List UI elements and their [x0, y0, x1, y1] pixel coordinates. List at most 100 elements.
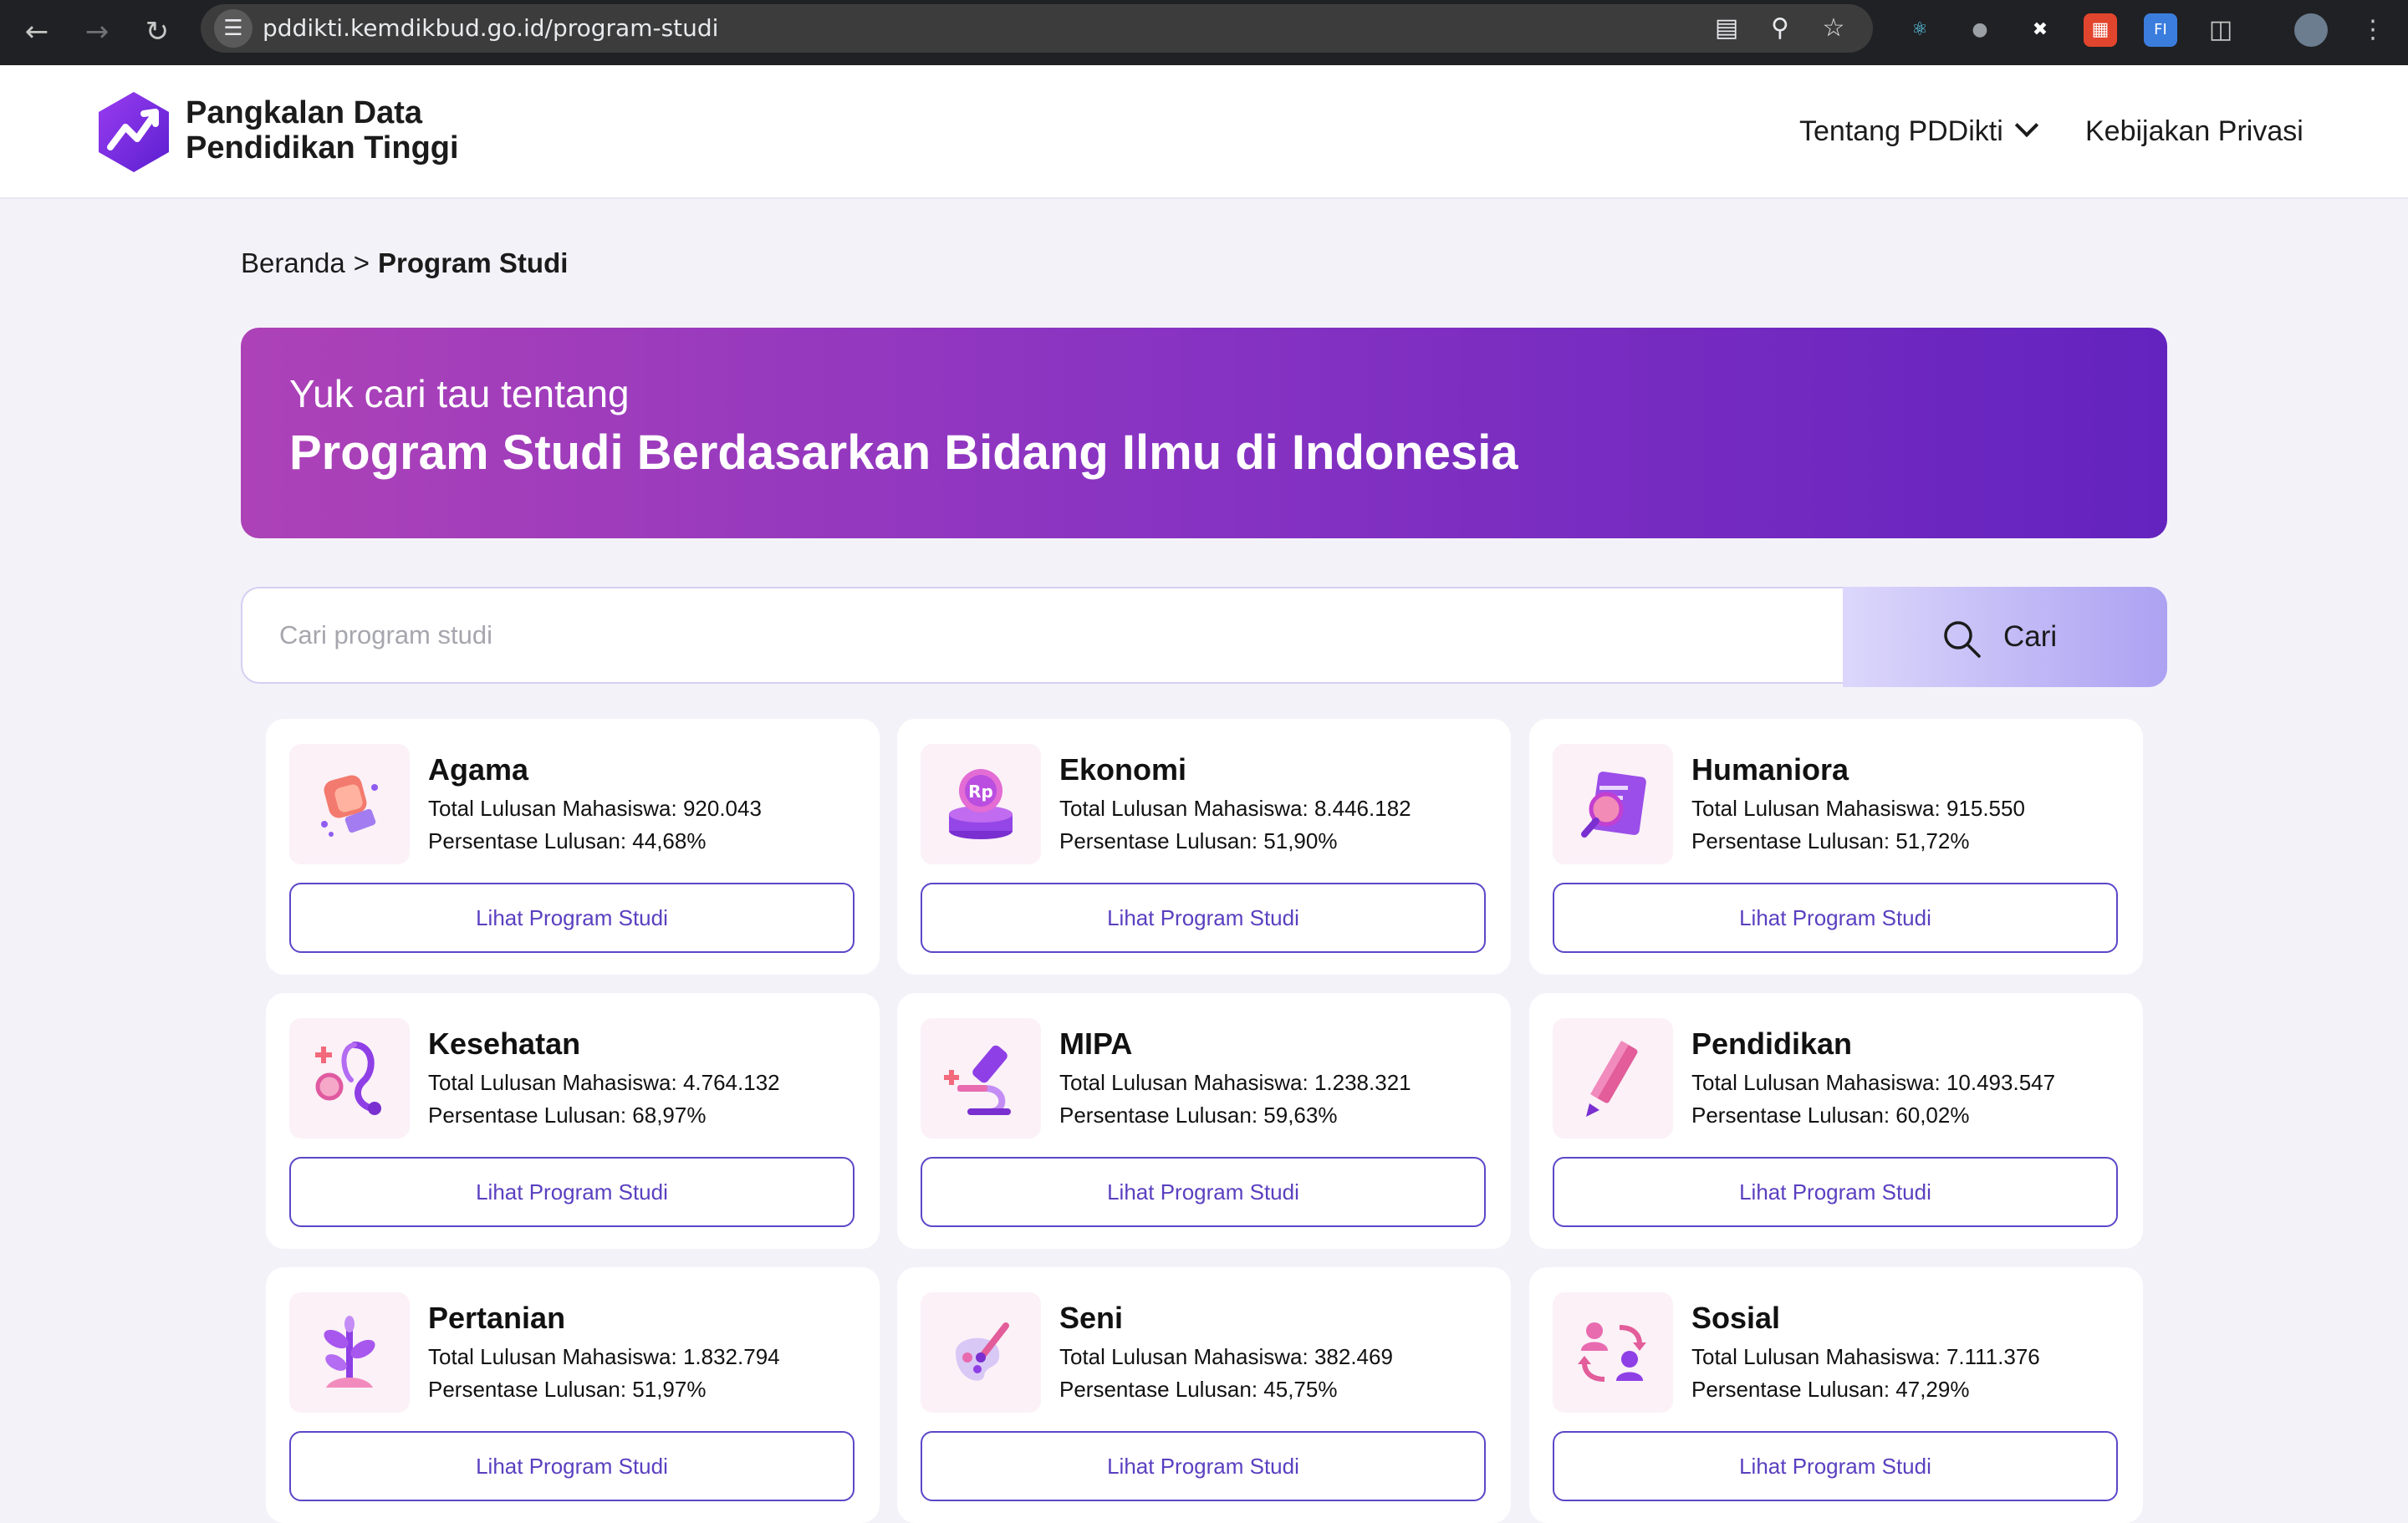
- card-icon-box: [289, 1292, 410, 1413]
- card-percent: Persentase Lulusan: 47,29%: [1691, 1377, 1970, 1402]
- card-title: Humaniora: [1691, 752, 1849, 787]
- card-percent: Persentase Lulusan: 45,75%: [1059, 1377, 1338, 1402]
- card-percent: Persentase Lulusan: 59,63%: [1059, 1103, 1338, 1128]
- bookmark-star-icon[interactable]: ☆: [1814, 9, 1853, 48]
- mute-icon[interactable]: ✖: [2023, 13, 2057, 47]
- card-percent: Persentase Lulusan: 51,90%: [1059, 828, 1338, 853]
- nav-privacy-link[interactable]: Kebijakan Privasi: [2085, 65, 2303, 197]
- card-percent: Persentase Lulusan: 68,97%: [428, 1103, 707, 1128]
- reload-icon[interactable]: ↻: [137, 12, 177, 52]
- card-icon-box: [921, 1018, 1041, 1138]
- card-icon-box: [1553, 1018, 1673, 1138]
- card-icon-box: [289, 1018, 410, 1138]
- card-percent: Persentase Lulusan: 51,72%: [1691, 828, 1970, 853]
- breadcrumb-home[interactable]: Beranda: [241, 247, 345, 278]
- card-percent: Persentase Lulusan: 60,02%: [1691, 1103, 1970, 1128]
- view-program-button[interactable]: Lihat Program Studi: [921, 883, 1486, 953]
- card-total: Total Lulusan Mahasiswa: 915.550: [1691, 796, 2025, 821]
- card-agama: Agama Total Lulusan Mahasiswa: 920.043 P…: [266, 719, 880, 975]
- card-total: Total Lulusan Mahasiswa: 382.469: [1059, 1344, 1393, 1369]
- card-percent: Persentase Lulusan: 51,97%: [428, 1377, 707, 1402]
- microscope-icon: [944, 1045, 1011, 1115]
- extensions-puzzle-icon[interactable]: ◫: [2204, 13, 2237, 47]
- plant-icon: [324, 1316, 375, 1388]
- people-exchange-icon: [1578, 1322, 1646, 1382]
- react-devtools-icon[interactable]: ⚛: [1903, 13, 1936, 47]
- extension-fi-icon[interactable]: FI: [2144, 13, 2177, 47]
- search-button[interactable]: Cari: [1843, 587, 2167, 687]
- breadcrumb: Beranda > Program Studi: [241, 247, 568, 279]
- search-bar: Cari: [241, 587, 2167, 687]
- view-program-button[interactable]: Lihat Program Studi: [1553, 1157, 2118, 1227]
- card-sosial: Sosial Total Lulusan Mahasiswa: 7.111.37…: [1529, 1267, 2143, 1523]
- pddikti-logo-icon[interactable]: [94, 90, 174, 174]
- view-program-button[interactable]: Lihat Program Studi: [1553, 1431, 2118, 1501]
- card-pertanian: Pertanian Total Lulusan Mahasiswa: 1.832…: [266, 1267, 880, 1523]
- stethoscope-icon: [315, 1042, 381, 1115]
- address-bar[interactable]: ☰ pddikti.kemdikbud.go.id/program-studi …: [201, 4, 1873, 53]
- card-title: Ekonomi: [1059, 752, 1187, 787]
- svg-text:Rp: Rp: [968, 782, 993, 802]
- hero-title: Program Studi Berdasarkan Bidang Ilmu di…: [289, 425, 1518, 480]
- nav-about-dropdown[interactable]: Tentang PDDikti: [1799, 65, 2038, 197]
- breadcrumb-current: Program Studi: [378, 247, 569, 278]
- card-pendidikan: Pendidikan Total Lulusan Mahasiswa: 10.4…: [1529, 993, 2143, 1249]
- card-icon-box: [1553, 1292, 1673, 1413]
- search-icon: [1944, 621, 1981, 658]
- card-percent: Persentase Lulusan: 44,68%: [428, 828, 707, 853]
- logo-line2: Pendidikan Tinggi: [186, 130, 459, 166]
- view-program-button[interactable]: Lihat Program Studi: [1553, 883, 2118, 953]
- site-header: Pangkalan Data Pendidikan Tinggi Tentang…: [0, 65, 2408, 199]
- card-humaniora: Humaniora Total Lulusan Mahasiswa: 915.5…: [1529, 719, 2143, 975]
- card-title: Seni: [1059, 1301, 1124, 1335]
- pencil-icon: [1586, 1040, 1638, 1117]
- forward-icon[interactable]: →: [77, 12, 117, 52]
- card-total: Total Lulusan Mahasiswa: 1.832.794: [428, 1344, 780, 1369]
- card-total: Total Lulusan Mahasiswa: 8.446.182: [1059, 796, 1411, 821]
- breadcrumb-separator: >: [353, 247, 370, 278]
- search-input[interactable]: [241, 587, 1843, 684]
- card-total: Total Lulusan Mahasiswa: 7.111.376: [1691, 1344, 2040, 1369]
- card-title: Sosial: [1691, 1301, 1781, 1335]
- view-program-button[interactable]: Lihat Program Studi: [921, 1431, 1486, 1501]
- card-ekonomi: Rp Ekonomi Total Lulusan Mahasiswa: 8.44…: [897, 719, 1511, 975]
- logo-line1: Pangkalan Data: [186, 95, 422, 130]
- hero-banner: Yuk cari tau tentang Program Studi Berda…: [241, 328, 2167, 538]
- card-title: Pertanian: [428, 1301, 566, 1335]
- zoom-icon[interactable]: ⚲: [1761, 9, 1799, 48]
- card-mipa: MIPA Total Lulusan Mahasiswa: 1.238.321 …: [897, 993, 1511, 1249]
- logo-text[interactable]: Pangkalan Data Pendidikan Tinggi: [186, 95, 459, 166]
- view-program-button[interactable]: Lihat Program Studi: [921, 1157, 1486, 1227]
- site-settings-icon[interactable]: ☰: [214, 9, 253, 48]
- card-total: Total Lulusan Mahasiswa: 10.493.547: [1691, 1070, 2056, 1095]
- menu-kebab-icon[interactable]: ⋮: [2356, 13, 2390, 47]
- extension-gray-icon[interactable]: ●: [1963, 13, 1997, 47]
- card-icon-box: [921, 1292, 1041, 1413]
- card-title: Agama: [428, 752, 529, 787]
- coin-rp-icon: Rp: [949, 769, 1013, 839]
- view-program-button[interactable]: Lihat Program Studi: [289, 1157, 855, 1227]
- url-text[interactable]: pddikti.kemdikbud.go.id/program-studi: [263, 4, 718, 53]
- profile-avatar[interactable]: [2294, 13, 2328, 47]
- chevron-down-icon: [2014, 113, 2038, 138]
- card-seni: Seni Total Lulusan Mahasiswa: 382.469 Pe…: [897, 1267, 1511, 1523]
- card-title: MIPA: [1059, 1026, 1133, 1061]
- hero-subtitle: Yuk cari tau tentang: [289, 372, 630, 415]
- nav-about-label: Tentang PDDikti: [1799, 115, 2003, 147]
- card-icon-box: Rp: [921, 744, 1041, 864]
- view-program-button[interactable]: Lihat Program Studi: [289, 883, 855, 953]
- search-button-label: Cari: [2003, 620, 2058, 653]
- view-program-button[interactable]: Lihat Program Studi: [289, 1431, 855, 1501]
- back-icon[interactable]: ←: [17, 12, 57, 52]
- browser-toolbar: ← → ↻ ☰ pddikti.kemdikbud.go.id/program-…: [0, 0, 2408, 65]
- card-title: Kesehatan: [428, 1026, 581, 1061]
- praying-hands-icon: [321, 775, 378, 837]
- palette-icon: [956, 1322, 1009, 1381]
- extension-red-icon[interactable]: ▦: [2084, 13, 2117, 47]
- card-total: Total Lulusan Mahasiswa: 4.764.132: [428, 1070, 780, 1095]
- card-icon-box: [289, 744, 410, 864]
- card-icon-box: [1553, 744, 1673, 864]
- card-kesehatan: Kesehatan Total Lulusan Mahasiswa: 4.764…: [266, 993, 880, 1249]
- install-icon[interactable]: ▤: [1707, 9, 1746, 48]
- document-search-icon: [1581, 772, 1646, 838]
